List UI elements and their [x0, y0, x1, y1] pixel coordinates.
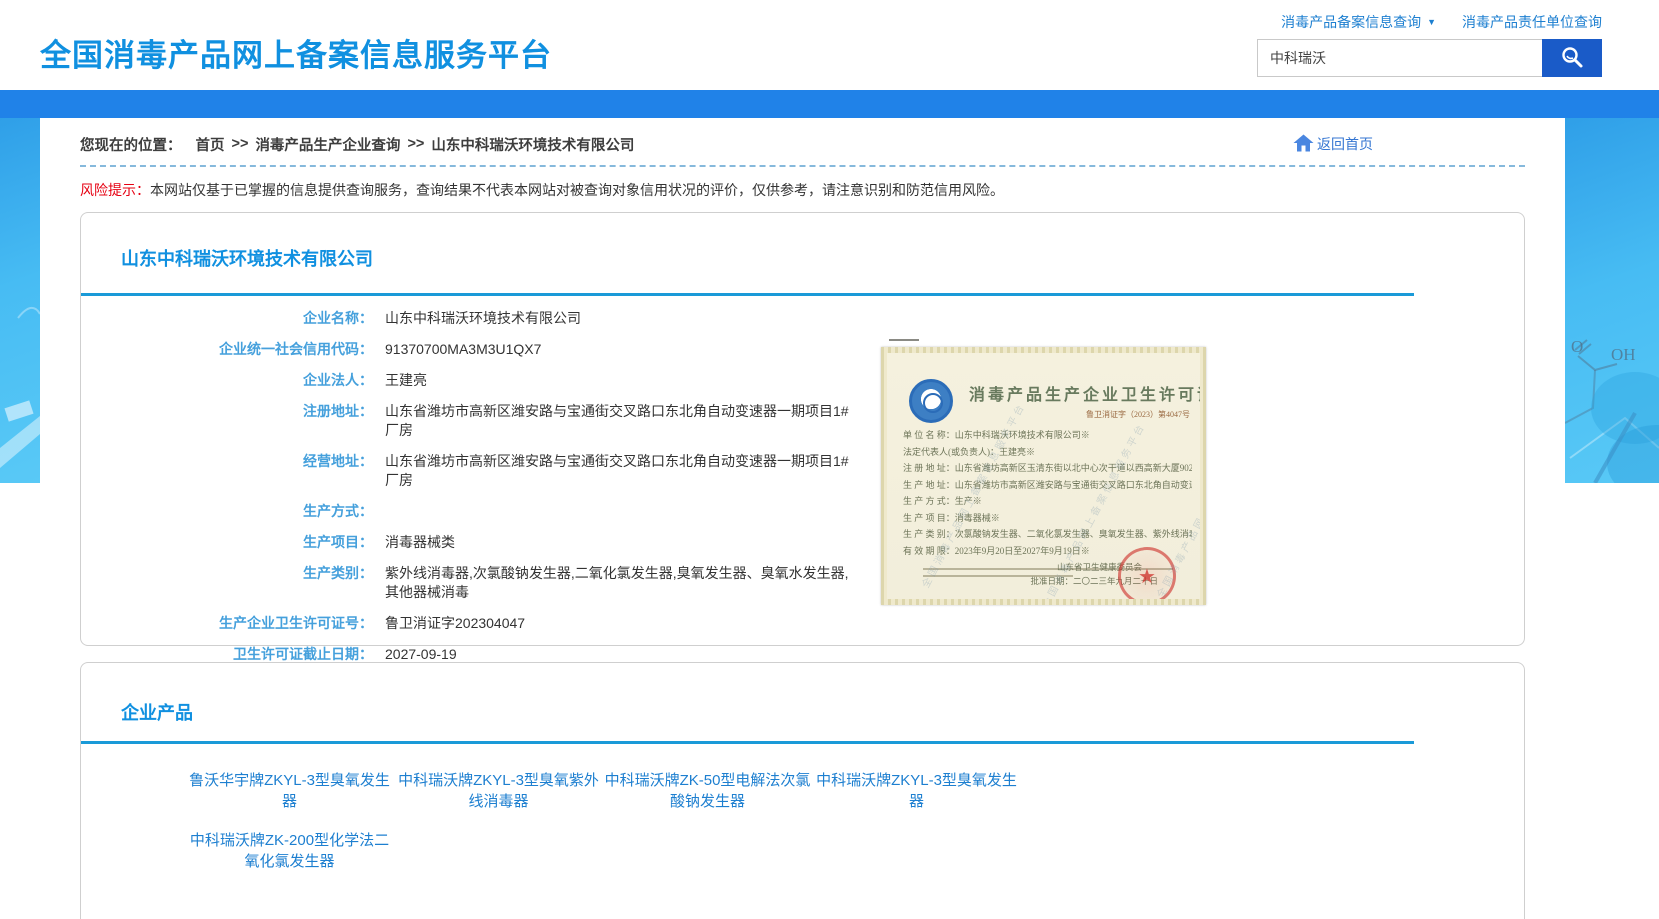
product-list: 鲁沃华宇牌ZKYL-3型臭氧发生器 中科瑞沃牌ZKYL-3型臭氧紫外线消毒器 中… — [81, 770, 1524, 872]
field-label: 生产企业卫生许可证号： — [81, 614, 373, 633]
company-fields: 企业名称： 山东中科瑞沃环境技术有限公司 企业统一社会信用代码： 9137070… — [81, 309, 871, 664]
svg-text:O: O — [1571, 337, 1583, 356]
certificate-fields: 单 位 名 称：山东中科瑞沃环境技术有限公司※ 法定代表人(或负责人)：王建亮※… — [903, 427, 1192, 559]
field-value: 消毒器械类 — [385, 533, 455, 552]
risk-notice-text: 本网站仅基于已掌握的信息提供查询服务，查询结果不代表本网站对被查询对象信用状况的… — [150, 182, 1004, 198]
breadcrumb-segments: 首页 >> 消毒产品生产企业查询 >> 山东中科瑞沃环境技术有限公司 — [182, 134, 635, 155]
field-value: 山东省潍坊市高新区潍安路与宝通街交叉路口东北角自动变速器一期项目1#厂房 — [385, 402, 850, 440]
search-bar — [1257, 39, 1602, 77]
risk-notice: 风险提示：本网站仅基于已掌握的信息提供查询服务，查询结果不代表本网站对被查询对象… — [80, 180, 1525, 200]
company-field-row: 生产企业卫生许可证号： 鲁卫消证字202304047 — [81, 614, 871, 633]
field-label: 企业统一社会信用代码： — [81, 340, 373, 359]
search-input[interactable] — [1257, 39, 1542, 77]
field-value: 王建亮 — [385, 371, 427, 390]
certificate-field-line: 生 产 项 目：消毒器械※ — [903, 510, 1192, 527]
field-label: 生产方式： — [81, 502, 373, 521]
company-field-row: 生产方式： — [81, 502, 871, 521]
nav-link-record-query[interactable]: 消毒产品备案信息查询 ▼ — [1281, 12, 1436, 32]
field-label: 企业法人： — [81, 371, 373, 390]
certificate-number: 鲁卫消证字（2023）第4047号 — [1086, 409, 1190, 420]
product-link[interactable]: 鲁沃华宇牌ZKYL-3型臭氧发生器 — [185, 770, 394, 812]
certificate-field-line: 生 产 地 址：山东省潍坊市高新区潍安路与宝通街交叉路口东北角自动变速器一期项目… — [903, 477, 1192, 494]
product-link[interactable]: 中科瑞沃牌ZK-50型电解法次氯酸钠发生器 — [603, 770, 812, 812]
image-dash — [889, 339, 919, 341]
product-link[interactable]: 中科瑞沃牌ZKYL-3型臭氧紫外线消毒器 — [394, 770, 603, 812]
certificate-emblem-icon — [909, 379, 953, 423]
search-icon — [1559, 44, 1585, 73]
search-button[interactable] — [1542, 39, 1602, 77]
company-field-row: 企业法人： 王建亮 — [81, 371, 871, 390]
nav-link-unit-query[interactable]: 消毒产品责任单位查询 — [1462, 12, 1602, 32]
background-left-strip — [0, 118, 40, 483]
company-field-row: 经营地址： 山东省潍坊市高新区潍安路与宝通街交叉路口东北角自动变速器一期项目1#… — [81, 452, 871, 490]
products-title-rule — [81, 741, 1414, 744]
back-home-label: 返回首页 — [1317, 134, 1373, 154]
breadcrumb-separator: >> — [232, 136, 249, 152]
breadcrumb-link[interactable]: 山东中科瑞沃环境技术有限公司 — [431, 134, 634, 155]
product-link[interactable]: 中科瑞沃牌ZKYL-3型臭氧发生器 — [812, 770, 1021, 812]
risk-notice-label: 风险提示： — [80, 182, 150, 198]
company-field-row: 企业统一社会信用代码： 91370700MA3M3U1QX7 — [81, 340, 871, 359]
breadcrumb: 您现在的位置： 首页 >> 消毒产品生产企业查询 — [80, 134, 634, 155]
breadcrumb-row: 您现在的位置： 首页 >> 消毒产品生产企业查询 — [80, 132, 1525, 156]
certificate-field-line: 生 产 类 别：次氯酸钠发生器、二氧化氯发生器、臭氧发生器、紫外线消毒器 — [903, 526, 1192, 543]
field-label: 企业名称： — [81, 309, 373, 328]
certificate-inner: 消毒产品生产企业卫生许可证 鲁卫消证字（2023）第4047号 单 位 名 称：… — [887, 353, 1200, 599]
home-icon — [1293, 134, 1314, 155]
header-accent-bar — [0, 90, 1659, 118]
breadcrumb-prefix: 您现在的位置： — [80, 134, 182, 155]
license-certificate-image: 消毒产品生产企业卫生许可证 鲁卫消证字（2023）第4047号 单 位 名 称：… — [881, 347, 1206, 605]
background-right-strip: O OH — [1565, 118, 1659, 483]
certificate-field-line: 法定代表人(或负责人)：王建亮※ — [903, 444, 1192, 461]
certificate-field-line: 单 位 名 称：山东中科瑞沃环境技术有限公司※ — [903, 427, 1192, 444]
certificate-field-line: 生 产 方 式：生产※ — [903, 493, 1192, 510]
nav-link-unit-query-label: 消毒产品责任单位查询 — [1462, 12, 1602, 32]
site-title: 全国消毒产品网上备案信息服务平台 — [40, 30, 552, 90]
company-field-row: 注册地址： 山东省潍坊市高新区潍安路与宝通街交叉路口东北角自动变速器一期项目1#… — [81, 402, 871, 440]
breadcrumb-segment: 首页 — [182, 134, 225, 155]
breadcrumb-link[interactable]: 首页 — [196, 134, 225, 155]
field-value: 鲁卫消证字202304047 — [385, 614, 525, 633]
field-value: 91370700MA3M3U1QX7 — [385, 340, 541, 359]
company-field-row: 生产类别： 紫外线消毒器,次氯酸钠发生器,二氧化氯发生器,臭氧发生器、臭氧水发生… — [81, 564, 871, 602]
red-seal-icon: ★ — [1118, 547, 1176, 599]
breadcrumb-link[interactable]: 消毒产品生产企业查询 — [255, 134, 400, 155]
back-home-link[interactable]: 返回首页 — [1293, 134, 1373, 155]
products-title: 企业产品 — [121, 699, 1524, 725]
field-label: 经营地址： — [81, 452, 373, 490]
seal-star: ★ — [1138, 564, 1156, 589]
certificate-title: 消毒产品生产企业卫生许可证 — [969, 381, 1200, 405]
field-value: 山东省潍坊市高新区潍安路与宝通街交叉路口东北角自动变速器一期项目1#厂房 — [385, 452, 850, 490]
page-area: O OH 您现在的位置： 首页 — [0, 118, 1659, 919]
header-right: 消毒产品备案信息查询 ▼ 消毒产品责任单位查询 — [1257, 12, 1602, 90]
product-link[interactable]: 中科瑞沃牌ZK-200型化学法二氧化氯发生器 — [185, 830, 394, 872]
breadcrumb-segment: >> 山东中科瑞沃环境技术有限公司 — [400, 134, 634, 155]
nav-link-record-query-label: 消毒产品备案信息查询 — [1281, 12, 1421, 32]
field-label: 生产项目： — [81, 533, 373, 552]
company-title: 山东中科瑞沃环境技术有限公司 — [121, 245, 1524, 271]
company-field-row: 企业名称： 山东中科瑞沃环境技术有限公司 — [81, 309, 871, 328]
field-label: 生产类别： — [81, 564, 373, 602]
products-card: 企业产品 鲁沃华宇牌ZKYL-3型臭氧发生器 中科瑞沃牌ZKYL-3型臭氧紫外线… — [80, 662, 1525, 919]
company-title-rule — [81, 293, 1414, 296]
breadcrumb-separator: >> — [407, 136, 424, 152]
company-field-row: 生产项目： 消毒器械类 — [81, 533, 871, 552]
svg-text:OH: OH — [1611, 345, 1636, 364]
certificate-field-line: 注 册 地 址：山东省潍坊高新区玉清东街以北中心次干道以西高新大厦902号科研 — [903, 460, 1192, 477]
field-label: 注册地址： — [81, 402, 373, 440]
company-info-card: 山东中科瑞沃环境技术有限公司 企业名称： 山东中科瑞沃环境技术有限公司 企业统一… — [80, 212, 1525, 646]
top-header: 全国消毒产品网上备案信息服务平台 消毒产品备案信息查询 ▼ 消毒产品责任单位查询 — [0, 0, 1659, 90]
dashed-divider — [80, 165, 1525, 167]
content-panel: 您现在的位置： 首页 >> 消毒产品生产企业查询 — [40, 118, 1565, 919]
chevron-down-icon: ▼ — [1427, 17, 1436, 27]
top-nav: 消毒产品备案信息查询 ▼ 消毒产品责任单位查询 — [1257, 12, 1602, 32]
field-value: 山东中科瑞沃环境技术有限公司 — [385, 309, 581, 328]
field-value: 紫外线消毒器,次氯酸钠发生器,二氧化氯发生器,臭氧发生器、臭氧水发生器,其他器械… — [385, 564, 850, 602]
breadcrumb-segment: >> 消毒产品生产企业查询 — [225, 134, 401, 155]
